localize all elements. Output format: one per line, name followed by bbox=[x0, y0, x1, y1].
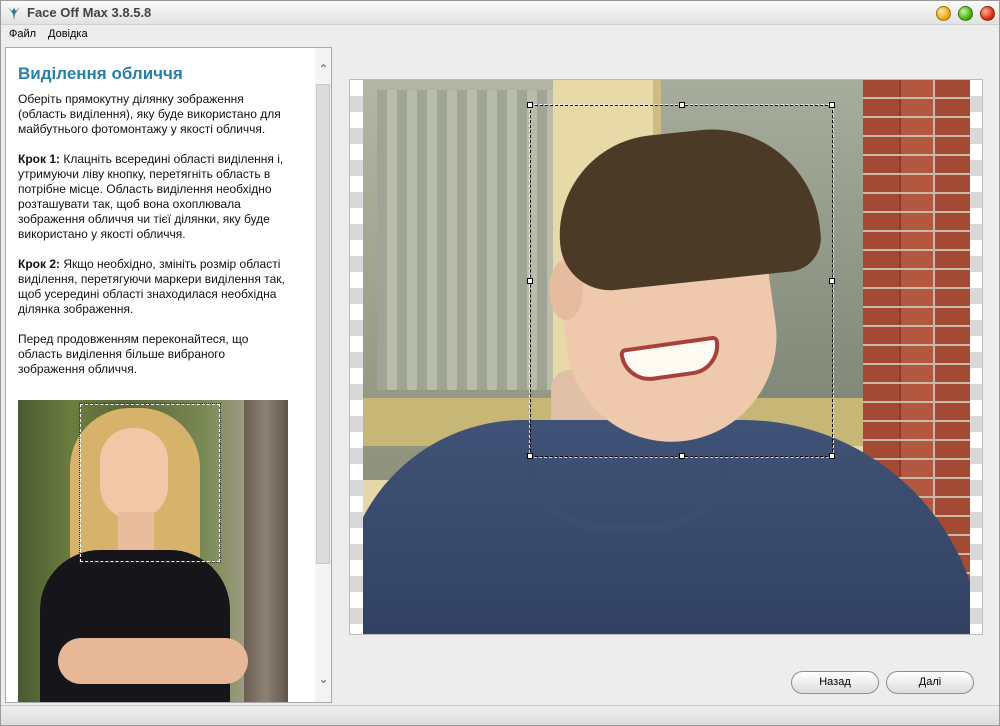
help-panel: Виділення обличчя Оберіть прямокутну діл… bbox=[5, 47, 332, 703]
step-2-label: Крок 2: bbox=[18, 257, 60, 271]
handle-middle-right[interactable] bbox=[829, 278, 835, 284]
tree-trunk bbox=[244, 400, 288, 702]
help-step-2: Крок 2: Якщо необхідно, змініть розмір о… bbox=[18, 257, 294, 317]
example-photo bbox=[18, 400, 288, 702]
next-button[interactable]: Далі bbox=[886, 671, 974, 694]
photo-curtain bbox=[377, 90, 553, 390]
image-canvas[interactable] bbox=[349, 79, 983, 635]
status-bar bbox=[1, 705, 999, 725]
scroll-thumb[interactable] bbox=[316, 84, 330, 564]
handle-top-right[interactable] bbox=[829, 102, 835, 108]
help-step-1: Крок 1: Клацніть всередині області виділ… bbox=[18, 152, 294, 242]
handle-bottom-left[interactable] bbox=[527, 453, 533, 459]
handle-bottom-right[interactable] bbox=[829, 453, 835, 459]
minimize-button[interactable] bbox=[936, 6, 951, 21]
close-button[interactable] bbox=[980, 6, 995, 21]
step-1-label: Крок 1: bbox=[18, 152, 60, 166]
border-stripes-right bbox=[970, 80, 982, 634]
help-scrollbar[interactable]: ⌃ ⌄ bbox=[315, 48, 331, 702]
face-selection-rect[interactable] bbox=[527, 102, 835, 459]
border-stripes-left bbox=[350, 80, 364, 634]
face-off-logo-icon bbox=[8, 7, 20, 20]
handle-middle-left[interactable] bbox=[527, 278, 533, 284]
handle-top-center[interactable] bbox=[679, 102, 685, 108]
app-window: Face Off Max 3.8.5.8 Файл Довідка Виділе… bbox=[0, 0, 1000, 726]
title-bar[interactable]: Face Off Max 3.8.5.8 bbox=[1, 1, 999, 25]
chevron-down-icon[interactable]: ⌄ bbox=[317, 672, 330, 686]
maximize-button[interactable] bbox=[958, 6, 973, 21]
menu-bar: Файл Довідка bbox=[1, 25, 999, 45]
menu-file[interactable]: Файл bbox=[9, 28, 36, 40]
chevron-up-icon[interactable]: ⌃ bbox=[317, 62, 330, 76]
handle-bottom-center[interactable] bbox=[679, 453, 685, 459]
example-arms bbox=[58, 638, 248, 684]
handle-top-left[interactable] bbox=[527, 102, 533, 108]
example-selection-rect bbox=[79, 403, 221, 563]
window-title: Face Off Max 3.8.5.8 bbox=[27, 5, 152, 20]
menu-help[interactable]: Довідка bbox=[48, 28, 88, 40]
help-intro: Оберіть прямокутну ділянку зображення (о… bbox=[18, 92, 281, 136]
help-content: Виділення обличчя Оберіть прямокутну діл… bbox=[18, 64, 294, 392]
back-button[interactable]: Назад bbox=[791, 671, 879, 694]
help-outro: Перед продовженням переконайтеся, що обл… bbox=[18, 332, 249, 376]
help-title: Виділення обличчя bbox=[18, 64, 183, 83]
